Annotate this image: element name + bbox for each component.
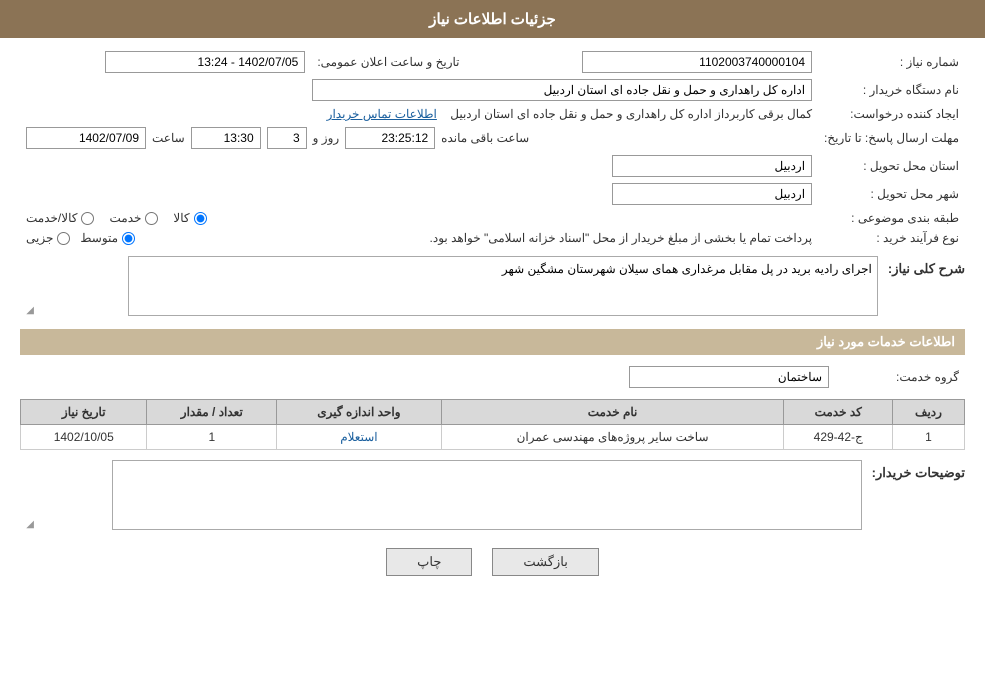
label-subject-category: طبقه بندی موضوعی : bbox=[818, 208, 965, 228]
col-header-service-code: کد خدمت bbox=[784, 400, 893, 425]
deadline-row: ساعت روز و ساعت باقی مانده bbox=[20, 124, 818, 152]
need-number-input bbox=[582, 51, 812, 73]
col-header-row: ردیف bbox=[892, 400, 964, 425]
print-button[interactable]: چاپ bbox=[386, 548, 472, 576]
col-header-date: تاریخ نیاز bbox=[21, 400, 147, 425]
resize-handle-notes: ◢ bbox=[22, 519, 34, 531]
delivery-city-input bbox=[612, 183, 812, 205]
resize-handle: ◢ bbox=[22, 305, 34, 317]
announce-date-input bbox=[105, 51, 305, 73]
table-row: 1 ج-42-429 ساخت سایر پروژه‌های مهندسی عم… bbox=[21, 425, 965, 450]
radio-label-jozi: جزیی bbox=[26, 231, 53, 245]
deadline-time-label: ساعت bbox=[152, 131, 185, 145]
deadline-days-label-text: روز و bbox=[313, 131, 340, 145]
need-description-wrapper: اجرای رادیه برید در پل مقابل مرغداری هما… bbox=[20, 256, 878, 319]
subject-category-value: کالا/خدمت خدمت کالا bbox=[20, 208, 818, 228]
info-table: شماره نیاز : تاریخ و ساعت اعلان عمومی: ن… bbox=[20, 48, 965, 248]
radio-label-kala: کالا bbox=[173, 211, 189, 225]
cell-service-code: ج-42-429 bbox=[784, 425, 893, 450]
delivery-province-input bbox=[612, 155, 812, 177]
radio-mutavasset[interactable] bbox=[122, 232, 135, 245]
col-header-unit: واحد اندازه گیری bbox=[277, 400, 441, 425]
buyer-notes-input[interactable] bbox=[112, 460, 862, 530]
col-header-service-name: نام خدمت bbox=[441, 400, 784, 425]
deadline-days-input bbox=[267, 127, 307, 149]
page-wrapper: جزئیات اطلاعات نیاز شماره نیاز : تاریخ و… bbox=[0, 0, 985, 691]
requester-text: کمال برقی کاربرداز اداره کل راهداری و حم… bbox=[450, 107, 812, 121]
main-content: شماره نیاز : تاریخ و ساعت اعلان عمومی: ن… bbox=[0, 38, 985, 601]
service-group-input bbox=[629, 366, 829, 388]
need-description-row: شرح کلی نیاز: اجرای رادیه برید در پل مقا… bbox=[20, 256, 965, 319]
service-group-table: گروه خدمت: bbox=[20, 363, 965, 391]
back-button[interactable]: بازگشت bbox=[492, 548, 598, 576]
page-title: جزئیات اطلاعات نیاز bbox=[0, 0, 985, 38]
services-section-title: اطلاعات خدمات مورد نیاز bbox=[20, 329, 965, 355]
label-delivery-city: شهر محل تحویل : bbox=[818, 180, 965, 208]
button-bar: بازگشت چاپ bbox=[20, 548, 965, 576]
cell-row: 1 bbox=[892, 425, 964, 450]
radio-item-mutavasset[interactable]: متوسط bbox=[80, 231, 135, 245]
col-header-quantity: تعداد / مقدار bbox=[147, 400, 277, 425]
requester-value: کمال برقی کاربرداز اداره کل راهداری و حم… bbox=[20, 104, 818, 124]
deadline-date-input bbox=[26, 127, 146, 149]
radio-kala[interactable] bbox=[194, 212, 207, 225]
need-number-value bbox=[486, 48, 819, 76]
deadline-remaining-input bbox=[345, 127, 435, 149]
label-purchase-type: نوع فرآیند خرید : bbox=[818, 228, 965, 248]
radio-khedmat[interactable] bbox=[145, 212, 158, 225]
cell-date: 1402/10/05 bbox=[21, 425, 147, 450]
label-requester: ایجاد کننده درخواست: bbox=[818, 104, 965, 124]
announce-date-value bbox=[20, 48, 311, 76]
deadline-remaining-label-text: ساعت باقی مانده bbox=[441, 131, 529, 145]
label-buyer-notes: توضیحات خریدار: bbox=[872, 460, 965, 481]
cell-quantity: 1 bbox=[147, 425, 277, 450]
buyer-notes-wrapper: ◢ bbox=[20, 460, 862, 533]
delivery-city-value bbox=[20, 180, 818, 208]
need-description-title: شرح کلی نیاز: bbox=[888, 256, 965, 277]
radio-kala-khedmat[interactable] bbox=[81, 212, 94, 225]
label-need-number: شماره نیاز : bbox=[818, 48, 965, 76]
radio-item-kala-khedmat[interactable]: کالا/خدمت bbox=[26, 211, 94, 225]
service-group-value bbox=[20, 363, 835, 391]
purchase-type-note: پرداخت تمام یا بخشی از مبلغ خریدار از مح… bbox=[145, 231, 812, 245]
buyer-org-input bbox=[312, 79, 812, 101]
label-service-group: گروه خدمت: bbox=[835, 363, 965, 391]
purchase-type-value: جزیی متوسط پرداخت تمام یا بخشی از مبلغ خ… bbox=[20, 228, 818, 248]
radio-label-mutavasset: متوسط bbox=[80, 231, 118, 245]
delivery-province-value bbox=[20, 152, 818, 180]
label-delivery-province: استان محل تحویل : bbox=[818, 152, 965, 180]
services-table: ردیف کد خدمت نام خدمت واحد اندازه گیری ت… bbox=[20, 399, 965, 450]
label-buyer-org: نام دستگاه خریدار : bbox=[818, 76, 965, 104]
deadline-time-input bbox=[191, 127, 261, 149]
radio-item-jozi[interactable]: جزیی bbox=[26, 231, 70, 245]
requester-contact-link[interactable]: اطلاعات تماس خریدار bbox=[327, 107, 437, 121]
label-announce-date: تاریخ و ساعت اعلان عمومی: bbox=[311, 48, 465, 76]
cell-service-name: ساخت سایر پروژه‌های مهندسی عمران bbox=[441, 425, 784, 450]
need-description-input[interactable]: اجرای رادیه برید در پل مقابل مرغداری هما… bbox=[128, 256, 878, 316]
radio-jozi[interactable] bbox=[57, 232, 70, 245]
cell-unit: استعلام bbox=[277, 425, 441, 450]
radio-label-khedmat: خدمت bbox=[109, 211, 141, 225]
radio-item-kala[interactable]: کالا bbox=[173, 211, 206, 225]
label-reply-deadline: مهلت ارسال پاسخ: تا تاریخ: bbox=[818, 124, 965, 152]
buyer-notes-row: توضیحات خریدار: ◢ bbox=[20, 460, 965, 533]
radio-item-khedmat[interactable]: خدمت bbox=[109, 211, 158, 225]
radio-label-kala-khedmat: کالا/خدمت bbox=[26, 211, 77, 225]
buyer-org-value bbox=[20, 76, 818, 104]
